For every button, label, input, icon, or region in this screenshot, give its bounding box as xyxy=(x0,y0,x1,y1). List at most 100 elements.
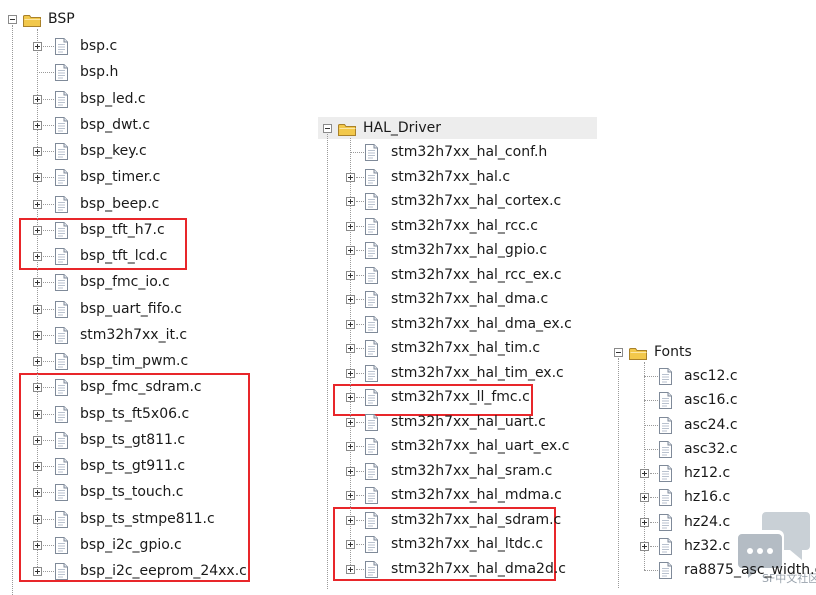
file-name-label[interactable]: asc16.c xyxy=(684,392,738,408)
expand-toggle-icon[interactable] xyxy=(33,567,42,576)
file-name-label[interactable]: stm32h7xx_hal_gpio.c xyxy=(391,242,547,258)
expand-toggle-icon[interactable] xyxy=(33,357,42,366)
file-name-label[interactable]: bsp_i2c_gpio.c xyxy=(80,537,182,553)
expand-toggle-icon[interactable] xyxy=(346,393,355,402)
file-name-label[interactable]: stm32h7xx_hal.c xyxy=(391,169,510,185)
expand-toggle-icon[interactable] xyxy=(33,514,42,524)
file-name-label[interactable]: bsp_ts_gt811.c xyxy=(80,432,185,448)
expand-toggle-icon[interactable] xyxy=(33,173,42,183)
expand-toggle-icon[interactable] xyxy=(640,469,649,478)
expand-toggle-icon[interactable] xyxy=(346,368,355,378)
file-name-label[interactable]: stm32h7xx_hal_mdma.c xyxy=(391,487,562,503)
expand-toggle-icon[interactable] xyxy=(346,319,355,329)
expand-toggle-icon[interactable] xyxy=(33,147,42,156)
file-name-label[interactable]: stm32h7xx_hal_dma.c xyxy=(391,291,548,307)
hal-folder-label[interactable]: HAL_Driver xyxy=(363,120,441,136)
expand-toggle-icon[interactable] xyxy=(33,94,42,104)
file-name-label[interactable]: stm32h7xx_hal_conf.h xyxy=(391,144,547,160)
expand-toggle-icon[interactable] xyxy=(346,442,355,451)
file-name-label[interactable]: stm32h7xx_hal_sdram.c xyxy=(391,512,561,528)
file-name-label[interactable]: bsp_ts_touch.c xyxy=(80,484,184,500)
file-name-label[interactable]: stm32h7xx_hal_dma2d.c xyxy=(391,561,566,577)
file-name-label[interactable]: stm32h7xx_hal_uart_ex.c xyxy=(391,438,569,454)
file-name-label[interactable]: asc24.c xyxy=(684,417,738,433)
file-name-label[interactable]: bsp_tft_h7.c xyxy=(80,222,165,238)
expand-toggle-icon[interactable] xyxy=(33,42,42,51)
expand-toggle-icon[interactable] xyxy=(346,515,355,525)
file-icon xyxy=(365,242,378,259)
file-name-label[interactable]: bsp_i2c_eeprom_24xx.c xyxy=(80,563,247,579)
expand-toggle-icon[interactable] xyxy=(33,435,42,445)
expand-toggle-icon[interactable] xyxy=(33,252,42,261)
expand-toggle-icon[interactable] xyxy=(33,462,42,471)
file-name-label[interactable]: stm32h7xx_hal_tim.c xyxy=(391,340,540,356)
file-name-label[interactable]: stm32h7xx_hal_dma_ex.c xyxy=(391,316,572,332)
file-name-label[interactable]: asc32.c xyxy=(684,441,738,457)
expand-toggle-icon[interactable] xyxy=(33,409,42,419)
expand-toggle-icon[interactable] xyxy=(640,541,649,551)
expand-toggle-icon[interactable] xyxy=(33,278,42,288)
file-name-label[interactable]: bsp_uart_fifo.c xyxy=(80,301,182,317)
file-icon xyxy=(55,484,68,502)
expand-toggle-icon[interactable] xyxy=(346,417,355,427)
file-icon xyxy=(55,143,68,160)
file-name-label[interactable]: stm32h7xx_hal_rcc.c xyxy=(391,218,538,234)
expand-toggle-icon[interactable] xyxy=(33,383,42,393)
file-name-label[interactable]: bsp_fmc_io.c xyxy=(80,274,170,290)
file-name-label[interactable]: stm32h7xx_hal_uart.c xyxy=(391,414,546,430)
file-name-label[interactable]: stm32h7xx_it.c xyxy=(80,327,187,343)
fonts-folder-label[interactable]: Fonts xyxy=(654,344,692,360)
file-name-label[interactable]: asc12.c xyxy=(684,368,738,384)
expand-toggle-icon[interactable] xyxy=(346,540,355,549)
file-name-label[interactable]: stm32h7xx_hal_cortex.c xyxy=(391,193,561,209)
expand-toggle-icon[interactable] xyxy=(346,221,355,231)
bsp-folder-label[interactable]: BSP xyxy=(48,11,75,27)
expand-toggle-icon[interactable] xyxy=(33,304,42,314)
expand-toggle-icon[interactable] xyxy=(346,246,355,255)
file-name-label[interactable]: stm32h7xx_hal_rcc_ex.c xyxy=(391,267,562,283)
expand-toggle-icon[interactable] xyxy=(33,199,42,209)
expand-toggle-icon[interactable] xyxy=(33,330,42,340)
file-name-label[interactable]: stm32h7xx_hal_ltdc.c xyxy=(391,536,543,552)
file-name-label[interactable]: bsp_ts_ft5x06.c xyxy=(80,406,189,422)
expand-toggle-icon[interactable] xyxy=(640,493,649,503)
expand-toggle-icon[interactable] xyxy=(346,344,355,353)
file-name-label[interactable]: bsp.c xyxy=(80,38,117,54)
file-name-label[interactable]: bsp_ts_stmpe811.c xyxy=(80,511,215,527)
file-name-label[interactable]: ra8875_asc_width.c xyxy=(684,562,816,578)
file-name-label[interactable]: stm32h7xx_ll_fmc.c xyxy=(391,389,530,405)
expand-toggle-icon[interactable] xyxy=(346,172,355,182)
expand-toggle-icon[interactable] xyxy=(346,197,355,206)
file-name-label[interactable]: bsp_dwt.c xyxy=(80,117,150,133)
expand-toggle-icon[interactable] xyxy=(33,120,42,130)
fonts-folder-collapse-toggle[interactable] xyxy=(614,348,623,357)
file-name-label[interactable]: stm32h7xx_hal_sram.c xyxy=(391,463,552,479)
file-name-label[interactable]: bsp_timer.c xyxy=(80,169,160,185)
file-name-label[interactable]: hz32.c xyxy=(684,538,730,554)
file-name-label[interactable]: stm32h7xx_hal_tim_ex.c xyxy=(391,365,564,381)
expand-toggle-icon[interactable] xyxy=(33,540,42,550)
file-name-label[interactable]: bsp_beep.c xyxy=(80,196,159,212)
file-name-label[interactable]: hz16.c xyxy=(684,489,730,505)
file-name-label[interactable]: bsp_tft_lcd.c xyxy=(80,248,167,264)
branch-connector xyxy=(356,421,364,423)
bsp-folder-collapse-toggle[interactable] xyxy=(8,15,17,24)
expand-toggle-icon[interactable] xyxy=(33,225,42,235)
expand-toggle-icon[interactable] xyxy=(346,491,355,500)
file-name-label[interactable]: bsp_tim_pwm.c xyxy=(80,353,188,369)
expand-toggle-icon[interactable] xyxy=(33,488,42,498)
file-name-label[interactable]: bsp.h xyxy=(80,64,118,80)
file-icon xyxy=(659,416,672,434)
file-name-label[interactable]: bsp_led.c xyxy=(80,91,146,107)
hal-folder-collapse-toggle[interactable] xyxy=(323,124,332,133)
expand-toggle-icon[interactable] xyxy=(346,270,355,280)
file-name-label[interactable]: hz12.c xyxy=(684,465,730,481)
expand-toggle-icon[interactable] xyxy=(640,517,649,527)
expand-toggle-icon[interactable] xyxy=(346,295,355,304)
expand-toggle-icon[interactable] xyxy=(346,466,355,476)
expand-toggle-icon[interactable] xyxy=(346,564,355,574)
file-name-label[interactable]: bsp_ts_gt911.c xyxy=(80,458,185,474)
file-name-label[interactable]: bsp_key.c xyxy=(80,143,147,159)
file-name-label[interactable]: bsp_fmc_sdram.c xyxy=(80,379,202,395)
file-name-label[interactable]: hz24.c xyxy=(684,514,730,530)
